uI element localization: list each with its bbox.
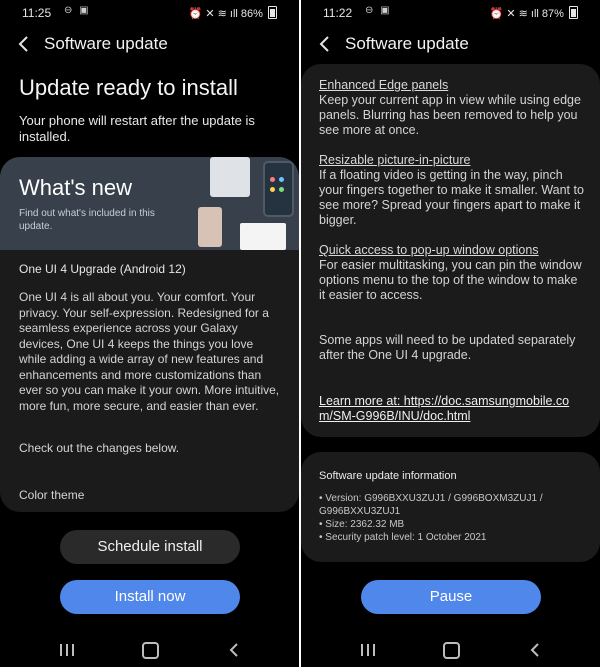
pause-button[interactable]: Pause — [361, 580, 541, 614]
navigation-bar — [0, 634, 299, 667]
update-details-card: What's new Find out what's included in t… — [0, 157, 299, 512]
status-bar: 11:22 ⊖ ▣ ⏰ ✕ ≋ ıll 87% — [301, 0, 600, 26]
info-title: Software update information — [319, 470, 457, 482]
status-time: 11:22 — [323, 6, 353, 20]
app-dot — [270, 187, 275, 192]
restart-note: Your phone will restart after the update… — [19, 113, 255, 144]
battery-icon — [569, 6, 578, 19]
device-image — [198, 207, 222, 247]
whats-new-banner[interactable]: What's new Find out what's included in t… — [0, 157, 299, 250]
feature-body-popup: For easier multitasking, you can pin the… — [319, 258, 582, 302]
system-icons: ⏰ ✕ ≋ ıll — [489, 8, 542, 20]
software-info-card: Software update information • Version: G… — [301, 452, 600, 562]
home-icon[interactable] — [443, 642, 460, 659]
status-bar: 11:25 ⊖ ▣ ⏰ ✕ ≋ ıll 86% — [0, 0, 299, 26]
battery-icon — [268, 6, 277, 19]
info-list: • Version: G996BXXU3ZUJ1 / G996BOXM3ZUJ1… — [319, 492, 589, 544]
page-title: Software update — [345, 34, 469, 53]
status-right: ⏰ ✕ ≋ ıll 86% — [189, 6, 277, 20]
notification-icons: ⊖ ▣ — [365, 5, 392, 16]
back-arrow-icon[interactable] — [315, 34, 335, 54]
nav-back-icon[interactable] — [527, 642, 543, 658]
learn-more-prefix: Learn more at: — [319, 394, 404, 408]
nav-back-icon[interactable] — [226, 642, 242, 658]
page-title: Software update — [44, 34, 168, 53]
info-version: • Version: G996BXXU3ZUJ1 / G996BOXM3ZUJ1… — [319, 493, 543, 517]
device-image — [240, 223, 286, 250]
battery-percent: 86% — [240, 8, 263, 20]
notification-icons: ⊖ ▣ — [64, 5, 91, 16]
system-icons: ⏰ ✕ ≋ ıll — [188, 8, 241, 20]
info-size: • Size: 2362.32 MB — [319, 519, 405, 530]
back-arrow-icon[interactable] — [14, 34, 34, 54]
feature-heading-pip: Resizable picture-in-picture — [319, 153, 471, 167]
upgrade-description: One UI 4 is all about you. Your comfort.… — [19, 290, 280, 413]
apps-update-note: Some apps will need to be updated separa… — [319, 333, 576, 362]
app-header: Software update — [0, 26, 299, 62]
color-theme-heading: Color theme — [19, 488, 85, 502]
device-image — [210, 157, 250, 197]
home-icon[interactable] — [142, 642, 159, 659]
info-security-patch: • Security patch level: 1 October 2021 — [319, 532, 487, 543]
app-header: Software update — [301, 26, 600, 62]
status-right: ⏰ ✕ ≋ ıll 87% — [490, 6, 578, 20]
check-out-text: Check out the changes below. — [19, 441, 180, 455]
features-card: Enhanced Edge panels Keep your current a… — [301, 64, 600, 437]
app-dot — [279, 177, 284, 182]
schedule-install-button[interactable]: Schedule install — [60, 530, 240, 564]
feature-body-edge-panels: Keep your current app in view while usin… — [319, 93, 581, 137]
battery-percent: 87% — [541, 8, 564, 20]
recent-apps-icon[interactable] — [58, 643, 76, 657]
status-time: 11:25 — [22, 6, 52, 20]
device-image — [263, 161, 294, 217]
app-dot — [270, 177, 275, 182]
install-now-button[interactable]: Install now — [60, 580, 240, 614]
right-phone-screen: 11:22 ⊖ ▣ ⏰ ✕ ≋ ıll 87% Software update … — [301, 0, 600, 667]
feature-heading-popup: Quick access to pop-up window options — [319, 243, 539, 257]
left-phone-screen: 11:25 ⊖ ▣ ⏰ ✕ ≋ ıll 86% Software update … — [0, 0, 299, 667]
learn-more-link[interactable]: Learn more at: https://doc.samsungmobile… — [319, 394, 581, 424]
upgrade-title: One UI 4 Upgrade (Android 12) — [19, 262, 186, 276]
navigation-bar — [301, 634, 600, 667]
recent-apps-icon[interactable] — [359, 643, 377, 657]
update-ready-title: Update ready to install — [19, 75, 238, 100]
whats-new-title: What's new — [19, 175, 133, 200]
app-dot — [279, 187, 284, 192]
feature-body-pip: If a floating video is getting in the wa… — [319, 168, 584, 227]
whats-new-subtitle: Find out what's included in this update. — [19, 208, 155, 232]
feature-heading-edge-panels: Enhanced Edge panels — [319, 78, 449, 92]
